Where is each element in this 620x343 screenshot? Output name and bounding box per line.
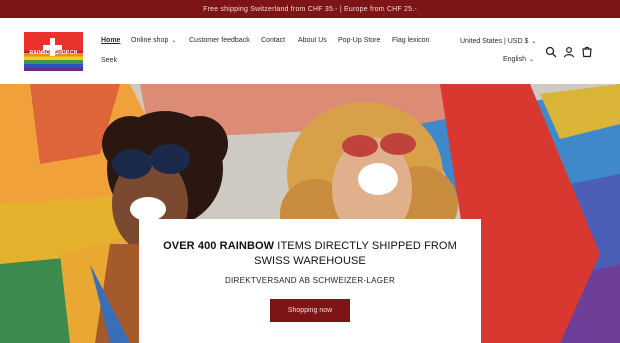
- language-selector[interactable]: English ⌄: [503, 56, 534, 63]
- language-label: English: [503, 56, 526, 63]
- hero-headline-bold: OVER 400 RAINBOW: [163, 240, 275, 252]
- announcement-text: Free shipping Switzerland from CHF 35.- …: [203, 5, 417, 13]
- nav-item-about-us[interactable]: About Us: [298, 37, 327, 44]
- nav-item-label: Online shop: [131, 37, 169, 44]
- nav-item-pop-up-store[interactable]: Pop-Up Store: [338, 37, 380, 44]
- currency-selector[interactable]: United States | USD $ ⌄: [460, 38, 536, 45]
- hero-banner: OVER 400 RAINBOW ITEMS DIRECTLY SHIPPED …: [0, 84, 620, 343]
- search-icon[interactable]: [545, 45, 557, 58]
- hero-headline-rest: ITEMS DIRECTLY SHIPPED FROM SWISS WAREHO…: [254, 240, 457, 267]
- announcement-bar: Free shipping Switzerland from CHF 35.- …: [0, 0, 620, 18]
- chevron-down-icon: ⌄: [531, 39, 537, 45]
- shopping-now-button[interactable]: Shopping now: [270, 299, 350, 322]
- nav-item-contact[interactable]: Contact: [261, 37, 285, 44]
- nav-item-flag-lexicon[interactable]: Flag lexicon: [392, 37, 429, 44]
- hero-subline: DIREKTVERSAND AB SCHWEIZER-LAGER: [224, 276, 396, 285]
- logo-text: RAINBOWSHOP.CH: [29, 50, 78, 56]
- hero-text-box: OVER 400 RAINBOW ITEMS DIRECTLY SHIPPED …: [139, 219, 481, 343]
- nav-item-customer-feedback[interactable]: Customer feedback: [189, 37, 250, 44]
- currency-label: United States | USD $: [460, 38, 529, 45]
- nav-item-online-shop[interactable]: Online shop ⌄: [131, 37, 176, 44]
- site-logo[interactable]: RAINBOWSHOP.CH: [24, 32, 83, 71]
- site-header: RAINBOWSHOP.CH Home Online shop ⌄ Custome…: [0, 18, 620, 84]
- chevron-down-icon: ⌄: [171, 38, 177, 44]
- chevron-down-icon: ⌄: [528, 57, 534, 63]
- cart-icon[interactable]: [581, 45, 593, 58]
- hero-headline: OVER 400 RAINBOW ITEMS DIRECTLY SHIPPED …: [147, 239, 473, 269]
- account-icon[interactable]: [563, 45, 575, 58]
- nav-item-home[interactable]: Home: [101, 37, 120, 44]
- nav-item-seek[interactable]: Seek: [101, 57, 117, 64]
